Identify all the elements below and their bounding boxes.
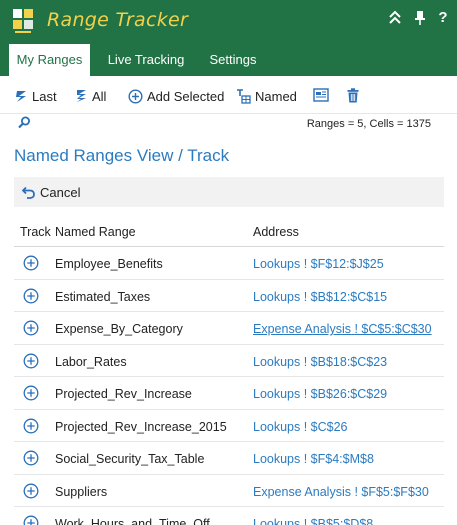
column-header-track: Track [20,225,51,239]
table-row: Estimated_Taxes Lookups ! $B$12:$C$15 [14,280,444,312]
all-button[interactable]: All [75,88,106,104]
named-range-name: Expense_By_Category [55,322,183,336]
named-range-address-link[interactable]: Lookups ! $B$26:$C$29 [253,387,387,401]
tab-settings[interactable]: Settings [201,44,265,76]
app-header: Range Tracker ? My Ranges Live Tracking … [0,0,457,76]
column-header-named-range: Named Range [55,225,136,239]
named-range-name: Work_Hours_and_Time_Off [55,517,210,525]
lightning-icon [16,91,26,102]
track-add-icon[interactable] [23,255,39,271]
table-row: Projected_Rev_Increase Lookups ! $B$26:$… [14,377,444,410]
table-row: Suppliers Expense Analysis ! $F$5:$F$30 [14,475,444,507]
track-add-icon[interactable] [23,483,39,499]
collapse-icon[interactable] [387,10,403,28]
named-range-name: Employee_Benefits [55,257,163,271]
column-header-address: Address [253,225,299,239]
track-add-icon[interactable] [23,515,39,525]
named-range-name: Estimated_Taxes [55,289,151,304]
named-button-label: Named [255,88,297,104]
lightning-stack-icon [77,90,86,102]
range-table-icon[interactable] [313,88,329,102]
undo-icon [22,186,35,199]
named-range-address-link[interactable]: Lookups ! $B$18:$C$23 [253,355,387,369]
toolbar: Last All Add Selected Named [0,76,457,114]
table-row: Social_Security_Tax_Table Lookups ! $F$4… [14,442,444,475]
cancel-bar: Cancel [14,177,444,207]
table-row: Expense_By_Category Expense Analysis ! $… [14,312,444,345]
tab-my-ranges[interactable]: My Ranges [9,44,90,76]
add-circle-icon [128,88,143,104]
track-add-icon[interactable] [23,385,39,401]
help-icon[interactable]: ? [435,10,451,26]
named-range-address-link[interactable]: Expense Analysis ! $C$5:$C$30 [253,322,432,336]
named-range-address-link[interactable]: Expense Analysis ! $F$5:$F$30 [253,485,429,499]
last-button-label: Last [32,88,57,104]
named-range-address-link[interactable]: Lookups ! $F$4:$M$8 [253,452,374,466]
track-add-icon[interactable] [23,418,39,434]
search-icon[interactable] [18,116,31,129]
range-stats: Ranges = 5, Cells = 1375 [306,118,431,130]
search-row: Ranges = 5, Cells = 1375 [0,114,457,136]
named-range-name: Projected_Rev_Increase_2015 [55,419,227,434]
named-range-name: Labor_Rates [55,354,127,369]
table-header: Track Named Range Address [14,221,444,247]
named-range-name: Social_Security_Tax_Table [55,452,205,466]
track-add-icon[interactable] [23,450,39,466]
named-button[interactable]: Named [236,88,297,104]
app-title: Range Tracker [47,9,189,31]
view-title: Named Ranges View / Track [14,146,230,165]
named-ranges-table: Employee_Benefits Lookups ! $F$12:$J$25 … [14,247,444,525]
add-selected-button[interactable]: Add Selected [128,88,224,104]
all-button-label: All [92,88,107,104]
cancel-label: Cancel [40,185,81,200]
named-range-name: Suppliers [55,484,108,499]
named-range-name: Projected_Rev_Increase [55,387,192,401]
pin-icon[interactable] [412,10,428,30]
tab-live-tracking[interactable]: Live Tracking [98,44,194,76]
table-row: Employee_Benefits Lookups ! $F$12:$J$25 [14,247,444,280]
add-selected-label: Add Selected [147,88,225,104]
range-tracker-logo-icon [13,9,33,33]
trash-icon[interactable] [347,88,359,103]
named-range-icon [237,88,251,104]
track-add-icon[interactable] [23,288,39,304]
track-add-icon[interactable] [23,320,39,336]
track-add-icon[interactable] [23,353,39,369]
named-range-address-link[interactable]: Lookups ! $B$12:$C$15 [253,290,387,304]
table-row: Labor_Rates Lookups ! $B$18:$C$23 [14,345,444,377]
table-row: Projected_Rev_Increase_2015 Lookups ! $C… [14,410,444,442]
named-range-address-link[interactable]: Lookups ! $B$5:$D$8 [253,517,373,525]
last-button[interactable]: Last [15,88,57,104]
named-range-address-link[interactable]: Lookups ! $C$26 [253,420,348,434]
cancel-button[interactable]: Cancel [22,185,80,200]
named-range-address-link[interactable]: Lookups ! $F$12:$J$25 [253,257,384,271]
tab-bar: My Ranges Live Tracking Settings [0,44,457,76]
table-row: Work_Hours_and_Time_Off Lookups ! $B$5:$… [14,507,444,525]
